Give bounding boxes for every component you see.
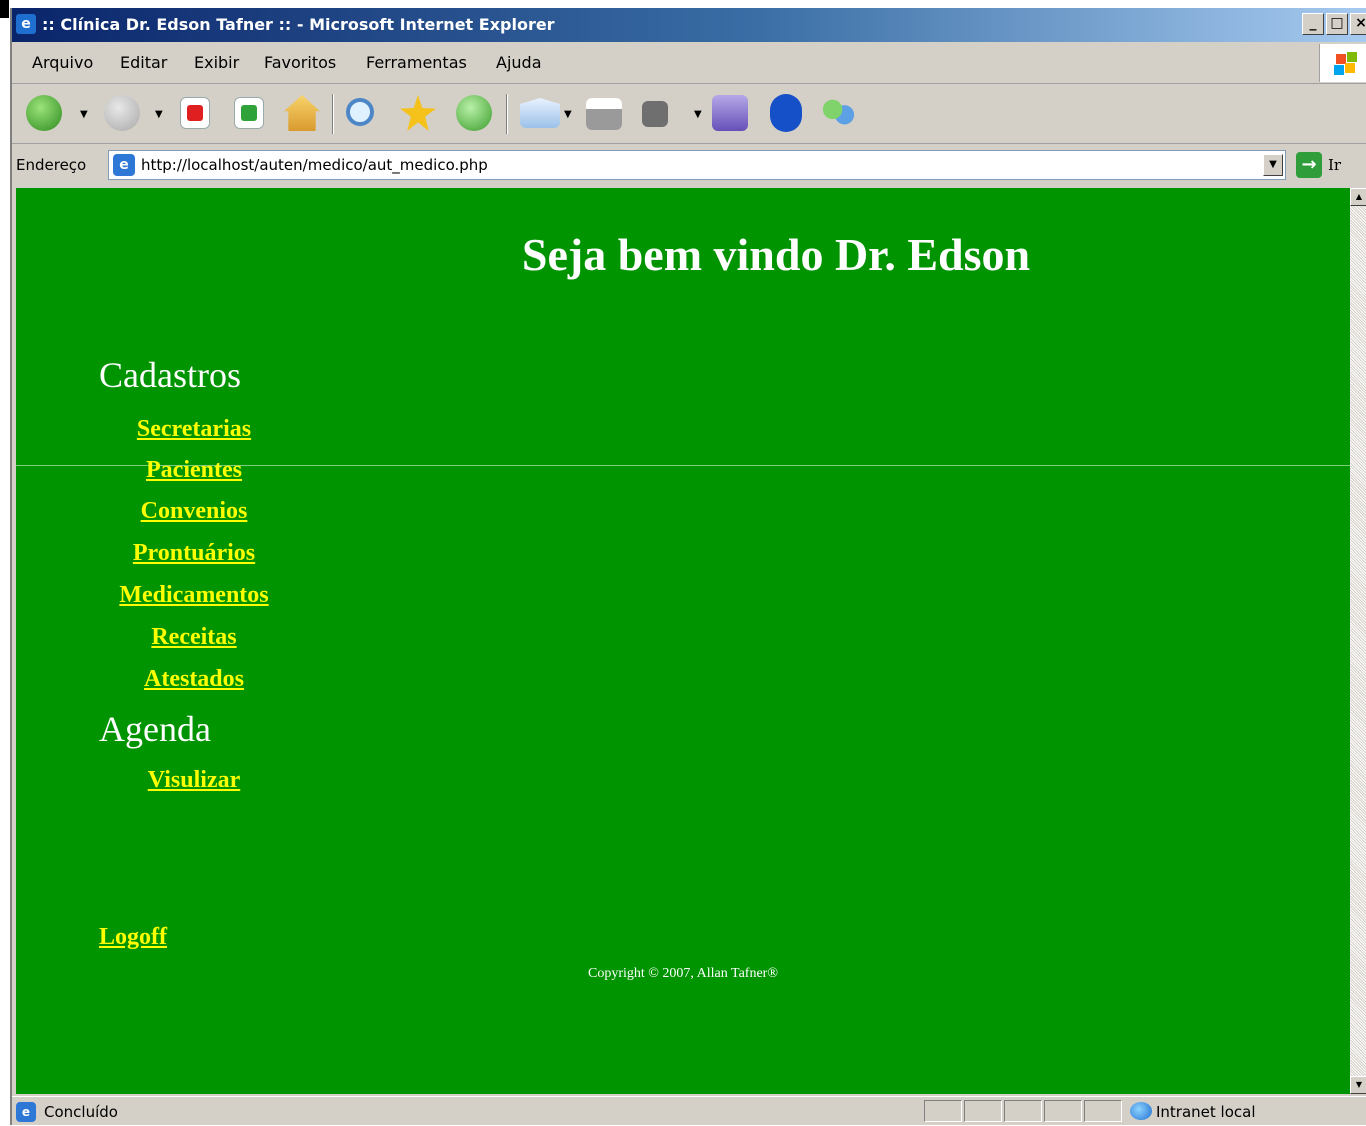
mail-icon[interactable]: [520, 98, 560, 128]
nav-link-receitas[interactable]: Receitas: [16, 624, 372, 651]
vertical-scrollbar[interactable]: ▲ ▼: [1350, 188, 1366, 1094]
page-title: Seja bem vindo Dr. Edson: [521, 229, 1031, 280]
toolbar-separator: [506, 94, 508, 134]
status-panel: [964, 1100, 1002, 1122]
security-zone-text: Intranet local: [1156, 1103, 1256, 1121]
close-button[interactable]: ×: [1350, 13, 1366, 35]
title-bar: e :: Clínica Dr. Edson Tafner :: - Micro…: [12, 8, 1366, 42]
go-arrow-icon: →: [1296, 152, 1322, 178]
back-dropdown-icon[interactable]: ▼: [80, 109, 88, 120]
bluetooth-icon[interactable]: [770, 94, 802, 132]
edit-dropdown-icon[interactable]: ▼: [694, 109, 702, 120]
mail-dropdown-icon[interactable]: ▼: [564, 109, 572, 120]
status-panel: [1084, 1100, 1122, 1122]
menu-exibir[interactable]: Exibir: [194, 53, 239, 72]
search-icon[interactable]: [346, 98, 374, 126]
address-field: e ▼: [108, 150, 1286, 180]
status-panel: [1004, 1100, 1042, 1122]
menu-editar[interactable]: Editar: [120, 53, 167, 72]
window-title: :: Clínica Dr. Edson Tafner :: - Microso…: [42, 15, 555, 34]
nav-link-prontuarios[interactable]: Prontuários: [16, 540, 372, 567]
nav-link-atestados[interactable]: Atestados: [16, 666, 372, 693]
favorites-icon[interactable]: [400, 95, 436, 131]
menu-ajuda[interactable]: Ajuda: [496, 53, 542, 72]
window-corner-mark: [0, 0, 9, 18]
status-bar: e Concluído Intranet local: [12, 1096, 1366, 1126]
address-dropdown-icon[interactable]: ▼: [1263, 154, 1283, 176]
print-icon[interactable]: [586, 98, 622, 130]
nav-link-pacientes[interactable]: Pacientes: [16, 457, 372, 484]
address-bar: Endereço e ▼ → Ir: [12, 144, 1366, 186]
refresh-icon[interactable]: [234, 97, 264, 129]
go-button[interactable]: → Ir: [1296, 152, 1341, 178]
nav-link-medicamentos[interactable]: Medicamentos: [16, 582, 372, 609]
browser-window: e :: Clínica Dr. Edson Tafner :: - Micro…: [10, 8, 1366, 1125]
nav-link-convenios[interactable]: Convenios: [16, 498, 372, 525]
page-status-icon: e: [16, 1102, 36, 1122]
section-title-agenda: Agenda: [99, 709, 211, 749]
copyright-text: Copyright © 2007, Allan Tafner®: [588, 966, 778, 981]
page-viewport: Seja bem vindo Dr. Edson Cadastros Secre…: [16, 188, 1350, 1094]
toolbar: ▼ ▼ ▼ ▼: [12, 84, 1366, 144]
menu-favoritos[interactable]: Favoritos: [264, 53, 336, 72]
messenger-icon[interactable]: [712, 95, 748, 131]
address-label: Endereço: [16, 156, 87, 174]
nav-link-visulizar[interactable]: Visulizar: [16, 767, 372, 794]
menu-arquivo[interactable]: Arquivo: [32, 53, 93, 72]
contacts-icon[interactable]: [820, 95, 856, 131]
home-icon[interactable]: [284, 95, 320, 131]
toolbar-separator: [332, 94, 334, 134]
ie-icon: e: [16, 14, 36, 34]
maximize-button[interactable]: □: [1326, 13, 1348, 35]
menu-ferramentas[interactable]: Ferramentas: [366, 53, 467, 72]
go-label: Ir: [1328, 156, 1342, 174]
section-title-cadastros: Cadastros: [99, 355, 241, 395]
intranet-zone-icon: [1130, 1102, 1152, 1120]
nav-link-secretarias[interactable]: Secretarias: [16, 416, 372, 443]
forward-icon[interactable]: [104, 95, 140, 131]
status-text: Concluído: [44, 1103, 118, 1121]
stop-icon[interactable]: [180, 97, 210, 129]
scroll-down-icon[interactable]: ▼: [1350, 1076, 1366, 1094]
status-panel: [1044, 1100, 1082, 1122]
logoff-link[interactable]: Logoff: [99, 924, 167, 951]
menu-bar: Arquivo Editar Exibir Favoritos Ferramen…: [12, 42, 1366, 84]
windows-logo-icon: [1319, 44, 1366, 82]
forward-dropdown-icon[interactable]: ▼: [155, 109, 163, 120]
back-icon[interactable]: [26, 95, 62, 131]
page-icon: e: [113, 154, 135, 176]
history-icon[interactable]: [456, 95, 492, 131]
address-input[interactable]: [141, 153, 1241, 177]
minimize-button[interactable]: _: [1302, 13, 1324, 35]
edit-icon[interactable]: [642, 101, 668, 127]
scroll-up-icon[interactable]: ▲: [1350, 188, 1366, 206]
status-panel: [924, 1100, 962, 1122]
window-controls: _ □ ×: [1302, 13, 1366, 35]
